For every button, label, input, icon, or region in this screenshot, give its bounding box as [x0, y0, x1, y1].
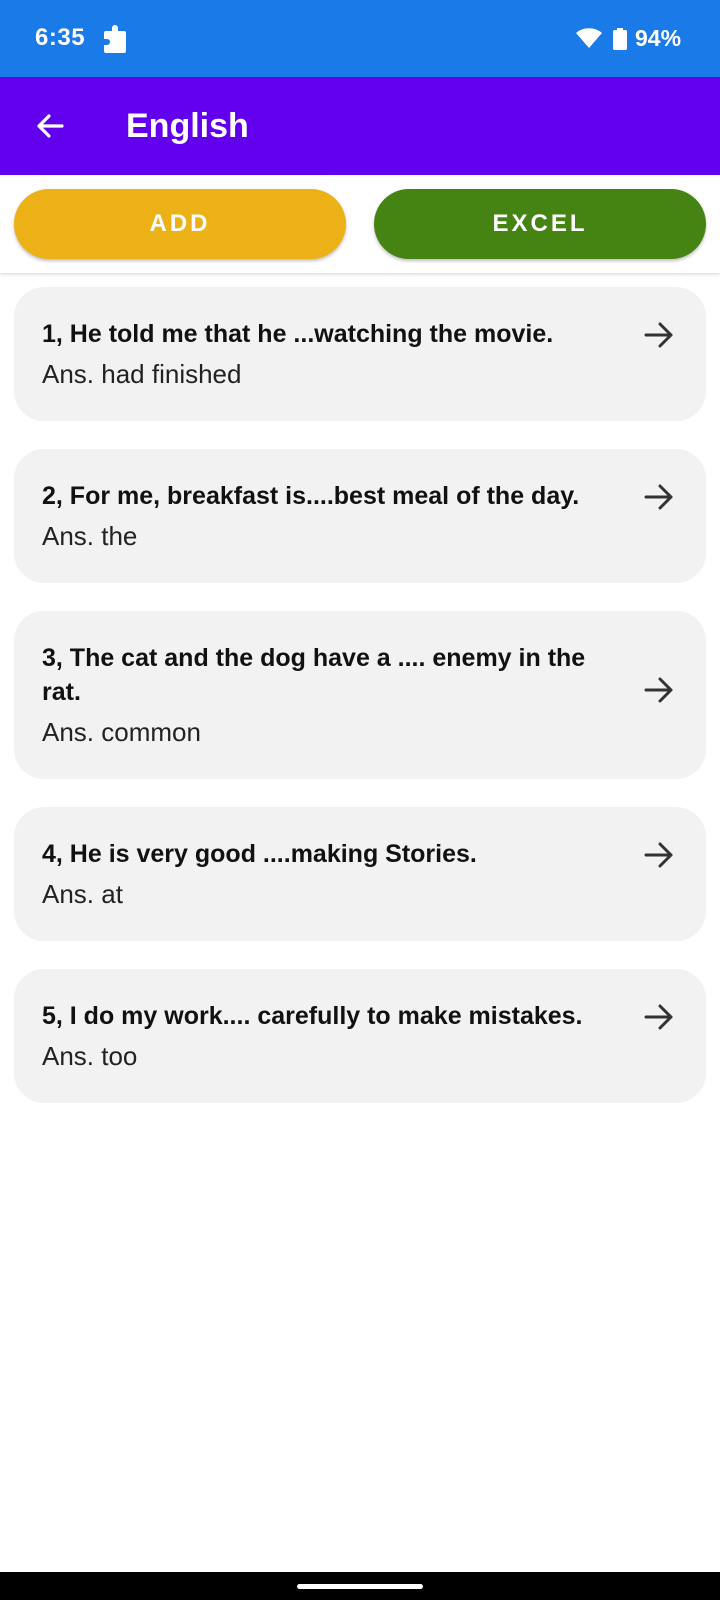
question-card[interactable]: 3, The cat and the dog have a .... enemy… — [14, 611, 706, 779]
question-text: 1, He told me that he ...watching the mo… — [42, 320, 554, 348]
arrow-back-icon — [37, 114, 64, 138]
arrow-forward-icon — [644, 322, 673, 348]
answer-text: Ans. at — [42, 879, 123, 909]
question-text: 4, He is very good ....making Stories. — [42, 840, 477, 868]
arrow-forward-icon — [644, 677, 673, 703]
question-card[interactable]: 1, He told me that he ...watching the mo… — [14, 287, 706, 421]
app-bar: English — [0, 77, 720, 175]
excel-button[interactable]: EXCEL — [374, 189, 706, 259]
question-list: 1, He told me that he ...watching the mo… — [14, 287, 706, 1131]
status-bar: 6:35 94% — [0, 0, 720, 77]
home-gesture-handle[interactable] — [297, 1584, 423, 1589]
wifi-icon — [576, 28, 602, 48]
answer-text: Ans. too — [42, 1041, 138, 1071]
system-navigation-bar — [0, 1572, 720, 1600]
arrow-forward-icon — [644, 842, 673, 868]
question-text: 5, I do my work.... carefully to make mi… — [42, 1002, 583, 1030]
page-title: English — [126, 107, 249, 145]
question-text: 3, The cat and the dog have a .... enemy… — [42, 644, 586, 706]
answer-text: Ans. common — [42, 717, 201, 747]
question-card[interactable]: 5, I do my work.... carefully to make mi… — [14, 969, 706, 1103]
add-button[interactable]: ADD — [14, 189, 346, 259]
arrow-forward-icon — [644, 1004, 673, 1030]
battery-percentage: 94% — [635, 25, 682, 51]
app-notification-icon — [104, 25, 126, 53]
question-card[interactable]: 4, He is very good ....making Stories. A… — [14, 807, 706, 941]
question-text: 2, For me, breakfast is....best meal of … — [42, 482, 580, 510]
arrow-forward-icon — [644, 484, 673, 510]
status-time: 6:35 — [35, 24, 86, 51]
battery-icon — [613, 28, 627, 50]
action-button-row: ADD EXCEL — [0, 175, 720, 273]
answer-text: Ans. the — [42, 521, 138, 551]
question-card[interactable]: 2, For me, breakfast is....best meal of … — [14, 449, 706, 583]
answer-text: Ans. had finished — [42, 359, 242, 389]
back-button[interactable] — [22, 98, 78, 154]
